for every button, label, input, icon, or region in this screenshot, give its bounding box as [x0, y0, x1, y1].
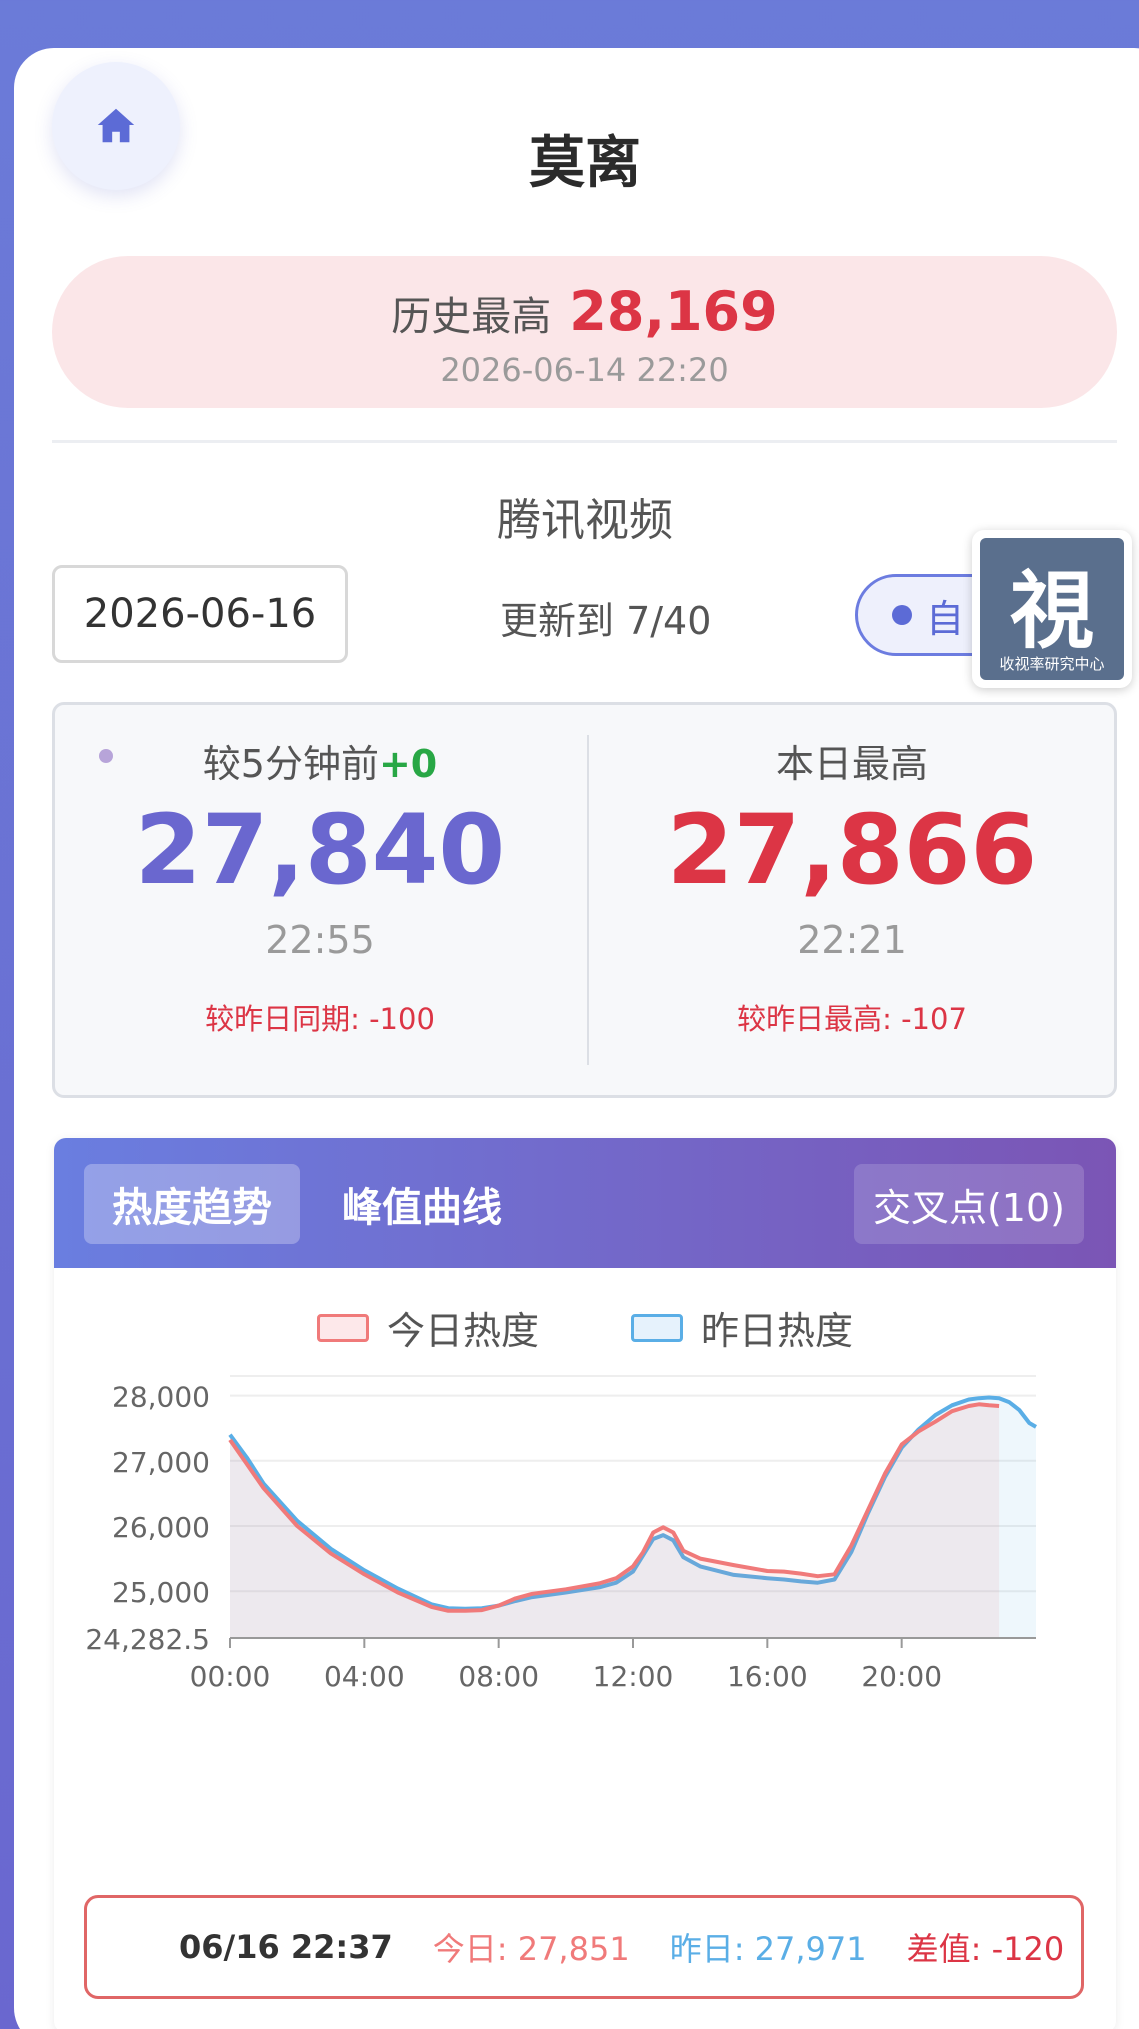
status-dot-icon	[892, 605, 912, 625]
auto-refresh-label: 自	[926, 596, 965, 641]
record-time: 2026-06-14 22:20	[440, 351, 729, 389]
logo-caption: 收视率研究中心	[999, 655, 1105, 673]
chart-card: 热度趋势 峰值曲线 交叉点(10) 今日热度 昨日热度 24,282.5 25,0…	[54, 1138, 1116, 2029]
tooltip-today: 今日: 27,851	[432, 1930, 630, 1968]
current-compare: 较昨日同期: -100	[205, 1001, 435, 1036]
watermark-logo: 視 收视率研究中心	[972, 530, 1132, 688]
current-stat: 较5分钟前+0 27,840 22:55 较昨日同期: -100	[55, 705, 585, 1095]
x-tick-label: 04:00	[324, 1660, 405, 1693]
current-delta: +0	[378, 742, 438, 786]
y-tick-label: 27,000	[112, 1446, 210, 1479]
tooltip-time: 06/16 22:37	[179, 1928, 393, 1966]
x-tick-label: 08:00	[458, 1660, 539, 1693]
legend-yesterday-label: 昨日热度	[701, 1309, 854, 1353]
x-tick-label: 12:00	[593, 1660, 674, 1693]
current-label: 较5分钟前	[202, 742, 379, 786]
peak-compare: 较昨日最高: -107	[737, 1001, 967, 1036]
y-tick-label: 26,000	[112, 1511, 210, 1544]
legend-yesterday[interactable]: 昨日热度	[631, 1300, 853, 1355]
divider	[52, 440, 1117, 443]
legend-today-label: 今日热度	[386, 1309, 539, 1353]
today-area	[230, 1404, 1000, 1638]
chart-legend: 今日热度 昨日热度	[54, 1300, 1116, 1355]
record-label: 历史最高	[391, 294, 552, 340]
tooltip-yesterday: 昨日: 27,971	[669, 1930, 867, 1968]
stats-panel: 较5分钟前+0 27,840 22:55 较昨日同期: -100 本日最高 27…	[52, 702, 1117, 1098]
platform-name: 腾讯视频	[497, 495, 673, 546]
current-value: 27,840	[134, 794, 506, 906]
record-value: 28,169	[569, 280, 778, 343]
x-tick-label: 16:00	[727, 1660, 808, 1693]
legend-today[interactable]: 今日热度	[316, 1300, 539, 1355]
chart-tooltip: 06/16 22:37 今日: 27,851 昨日: 27,971 差值: -1…	[84, 1895, 1084, 1999]
tab-peak-curve[interactable]: 峰值曲线	[322, 1164, 522, 1244]
peak-stat: 本日最高 27,866 22:21 较昨日最高: -107	[587, 705, 1117, 1095]
legend-swatch-today	[316, 1313, 369, 1342]
x-tick-label: 20:00	[861, 1660, 942, 1693]
record-banner: 历史最高 28,169 2026-06-14 22:20	[52, 256, 1117, 408]
chart-tabs: 热度趋势 峰值曲线 交叉点(10)	[54, 1138, 1116, 1268]
current-time: 22:55	[265, 917, 375, 962]
peak-time: 22:21	[797, 917, 907, 962]
tab-trend[interactable]: 热度趋势	[84, 1164, 300, 1244]
peak-value: 27,866	[666, 794, 1038, 906]
y-tick-label: 28,000	[112, 1381, 210, 1414]
tooltip-diff: 差值: -120	[906, 1930, 1065, 1968]
date-picker[interactable]: 2026-06-16	[52, 565, 348, 663]
y-tick-label: 24,282.5	[85, 1623, 210, 1656]
x-tick-label: 00:00	[190, 1660, 271, 1693]
logo-char: 視	[1009, 561, 1094, 660]
page-title: 莫离	[529, 131, 641, 196]
trend-chart[interactable]: 24,282.5 25,000 26,000 27,000 28,000 00:00 04:…	[54, 1368, 1116, 1888]
update-status: 更新到 7/40	[500, 599, 712, 643]
peak-label: 本日最高	[775, 742, 928, 786]
y-tick-label: 25,000	[112, 1576, 210, 1609]
cross-points-button[interactable]: 交叉点(10)	[854, 1164, 1084, 1244]
legend-swatch-yesterday	[631, 1313, 684, 1342]
